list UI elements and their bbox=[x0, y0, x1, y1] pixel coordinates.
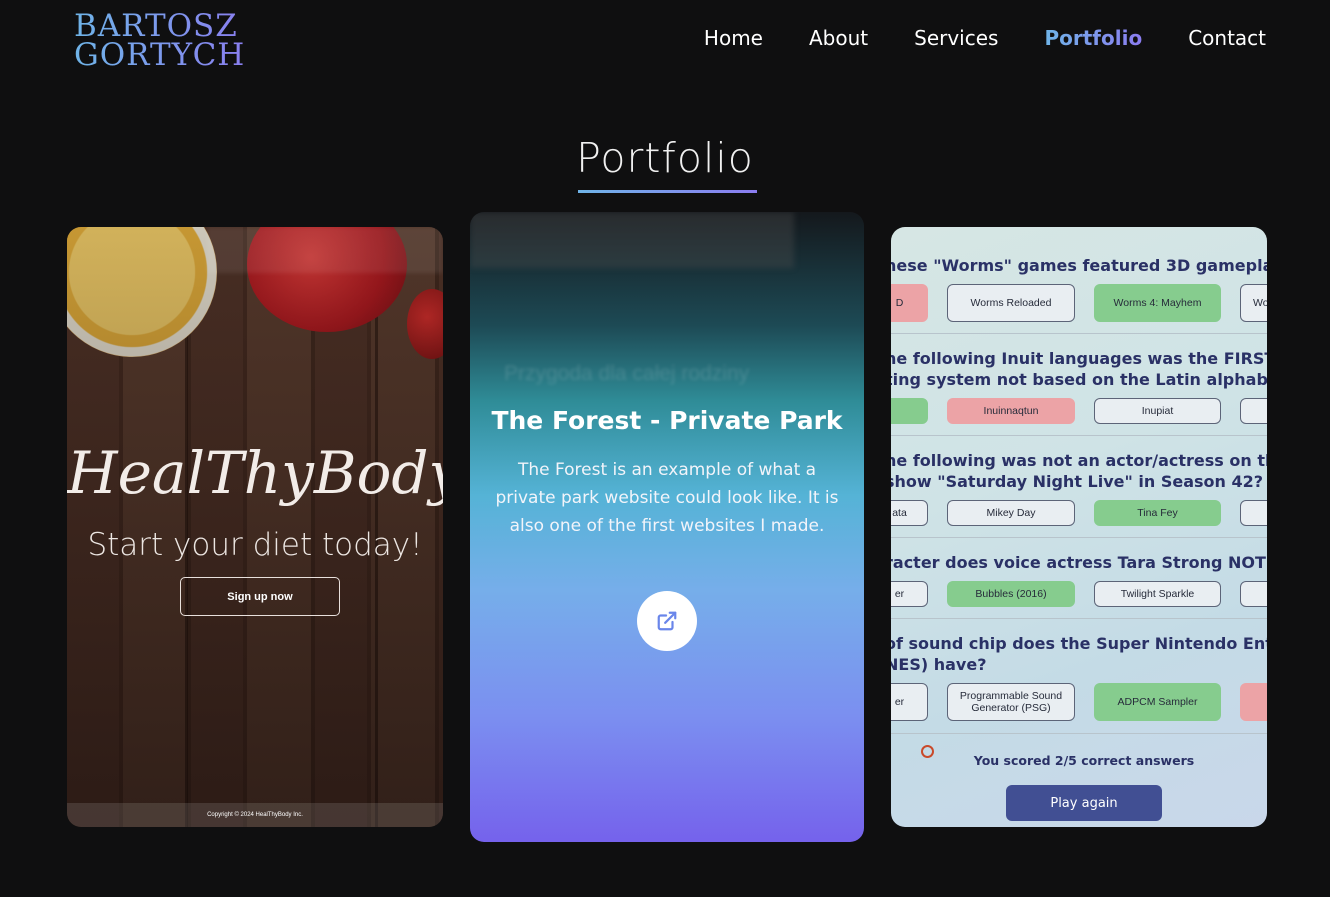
project-description: The Forest is an example of what a priva… bbox=[495, 460, 839, 536]
portfolio-card-healthybody[interactable]: HealThyBody Start your diet today! Sign … bbox=[67, 227, 443, 827]
quiz-question-line-2: NES) have? bbox=[891, 655, 987, 674]
title-underline bbox=[578, 190, 757, 193]
quiz-option[interactable]: ADPCM Sampler bbox=[1094, 683, 1221, 721]
quiz-option[interactable]: Worms 4: Mayhem bbox=[1094, 284, 1221, 322]
section-title: Portfolio bbox=[576, 134, 754, 182]
quiz-question: he following was not an actor/actress on… bbox=[891, 451, 1267, 470]
healthybody-brand: HealThyBody bbox=[67, 439, 443, 507]
portfolio-card-the-forest[interactable]: Przygoda dla całej rodziny The Forest - … bbox=[470, 212, 864, 842]
sign-up-button[interactable]: Sign up now bbox=[180, 577, 340, 616]
quiz-option[interactable]: Inuinnaqtun bbox=[947, 398, 1075, 424]
quiz-option[interactable]: Wo bbox=[1240, 284, 1267, 322]
quiz-option[interactable]: er bbox=[891, 683, 928, 721]
question-divider bbox=[891, 435, 1267, 436]
quiz-option[interactable]: Tina Fey bbox=[1094, 500, 1221, 526]
blurred-navbar bbox=[207, 227, 443, 273]
question-divider bbox=[891, 733, 1267, 734]
quiz-question: racter does voice actress Tara Strong NO… bbox=[891, 553, 1267, 572]
external-link-button[interactable] bbox=[637, 591, 697, 651]
quiz-option[interactable]: ata bbox=[891, 500, 928, 526]
quiz-score: You scored 2/5 correct answers bbox=[973, 753, 1195, 768]
nav-portfolio[interactable]: Portfolio bbox=[1044, 26, 1142, 50]
question-divider bbox=[891, 618, 1267, 619]
question-divider bbox=[891, 333, 1267, 334]
site-logo[interactable]: BARTOSZ GORTYCH bbox=[74, 11, 254, 72]
quiz-question: he following Inuit languages was the FIR… bbox=[891, 349, 1267, 368]
nav-home[interactable]: Home bbox=[704, 26, 763, 50]
quiz-option[interactable] bbox=[1240, 581, 1267, 607]
quiz-question-line-2: ting system not based on the Latin alpha… bbox=[891, 370, 1267, 389]
section-header: Portfolio bbox=[0, 134, 1330, 190]
quiz-question: of sound chip does the Super Nintendo En… bbox=[891, 634, 1267, 653]
quiz-question-line-2: show "Saturday Night Live" in Season 42? bbox=[891, 472, 1264, 491]
question-divider bbox=[891, 537, 1267, 538]
external-link-icon bbox=[657, 611, 677, 631]
quiz-option[interactable]: Twilight Sparkle bbox=[1094, 581, 1221, 607]
healthybody-tagline: Start your diet today! bbox=[87, 527, 423, 563]
quiz-option[interactable]: Programmable Sound Generator (PSG) bbox=[947, 683, 1075, 721]
logo-line-2: GORTYCH bbox=[74, 40, 254, 71]
quiz-option[interactable]: Worms Reloaded bbox=[947, 284, 1075, 322]
nav-contact[interactable]: Contact bbox=[1188, 26, 1266, 50]
project-title: The Forest - Private Park bbox=[491, 406, 843, 435]
nav-about[interactable]: About bbox=[809, 26, 868, 50]
play-again-button[interactable]: Play again bbox=[1006, 785, 1162, 821]
quiz-option[interactable] bbox=[1240, 398, 1267, 424]
quiz-option[interactable] bbox=[1240, 683, 1267, 721]
quiz-option[interactable] bbox=[1240, 500, 1267, 526]
healthybody-footer: Copyright © 2024 HealThyBody Inc. bbox=[67, 803, 443, 827]
quiz-option[interactable] bbox=[891, 398, 928, 424]
quiz-question: hese "Worms" games featured 3D gameplay? bbox=[891, 256, 1267, 275]
nav-services[interactable]: Services bbox=[914, 26, 998, 50]
quiz-option[interactable]: Mikey Day bbox=[947, 500, 1075, 526]
quiz-option[interactable]: D bbox=[891, 284, 928, 322]
quiz-option[interactable]: Bubbles (2016) bbox=[947, 581, 1075, 607]
main-nav: Home About Services Portfolio Contact bbox=[704, 26, 1266, 50]
quiz-option[interactable]: er bbox=[891, 581, 928, 607]
background-heading: Przygoda dla całej rodziny bbox=[504, 362, 750, 385]
quiz-option[interactable]: Inupiat bbox=[1094, 398, 1221, 424]
blurred-navbar bbox=[470, 212, 794, 268]
portfolio-card-quiz[interactable]: hese "Worms" games featured 3D gameplay?… bbox=[891, 227, 1267, 827]
